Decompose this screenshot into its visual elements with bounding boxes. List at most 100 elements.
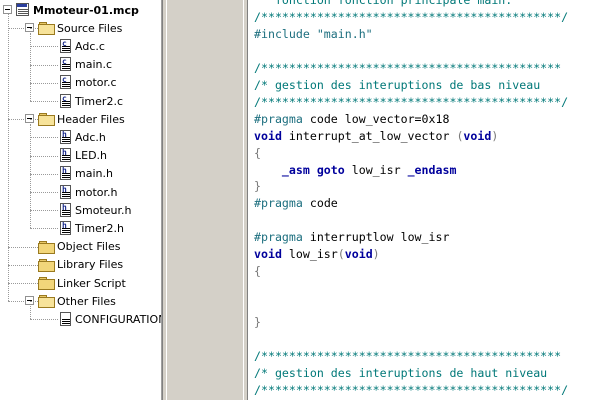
folder-library-files[interactable]: Library Files — [38, 256, 123, 274]
c-file-icon: c — [60, 75, 72, 90]
splitter-highlight — [166, 0, 167, 400]
tree-connector — [30, 101, 58, 102]
tree-connector — [30, 319, 58, 321]
code-line[interactable]: /***************************************… — [254, 348, 561, 365]
folder-icon — [38, 258, 55, 272]
tree-connector — [30, 82, 58, 84]
tree-connector — [30, 306, 31, 320]
file-name: Timer2.c — [75, 94, 123, 108]
tree-connector — [30, 228, 58, 230]
code-line[interactable]: { — [254, 145, 261, 162]
h-file-icon: h — [60, 184, 72, 200]
splitter-panel[interactable] — [162, 0, 248, 400]
code-token: #include "main.h" — [254, 26, 373, 41]
open-folder-icon — [38, 295, 55, 309]
code-token: low_isr — [281, 247, 338, 262]
code-line[interactable]: /***************************************… — [254, 94, 568, 111]
file-name: LED.h — [75, 149, 108, 163]
code-token: } — [254, 179, 261, 194]
tree-connector — [8, 264, 38, 266]
open-folder-icon — [38, 22, 55, 36]
code-line[interactable]: } — [254, 178, 261, 195]
file-item[interactable]: h LED.h — [60, 147, 107, 165]
h-file-icon: h — [60, 202, 72, 218]
code-token: low_isr — [344, 162, 408, 177]
code-token: /* gestion des interuptions de bas nivea… — [254, 77, 541, 92]
text-file-icon — [60, 311, 72, 327]
file-item[interactable]: c motor.c — [60, 74, 117, 92]
tree-connector — [30, 210, 58, 212]
code-line[interactable]: void interrupt_at_low_vector (void) — [254, 128, 498, 145]
file-item[interactable]: h motor.h — [60, 183, 117, 201]
code-line[interactable]: _asm goto low_isr _endasm — [254, 162, 457, 179]
code-line[interactable]: /* gestion des interuptions de bas nivea… — [254, 77, 540, 94]
code-line[interactable]: { — [254, 263, 261, 280]
code-line[interactable]: #include "main.h" — [254, 26, 373, 43]
code-token: _endasm — [407, 162, 457, 177]
folder-object-files[interactable]: Object Files — [38, 238, 120, 256]
file-item[interactable]: h main.h — [60, 165, 113, 183]
code-token: /***************************************… — [254, 382, 569, 397]
folder-other-files[interactable]: Other Files — [38, 292, 116, 310]
open-folder-icon — [38, 113, 55, 127]
file-item[interactable]: c Adc.c — [60, 37, 105, 55]
code-token: void — [254, 128, 282, 143]
code-token: /***************************************… — [254, 9, 569, 24]
code-line[interactable]: #pragma interruptlow low_isr — [254, 229, 449, 246]
file-item[interactable]: c main.c — [60, 56, 112, 74]
code-token: /* gestion des interuptions de haut nive… — [254, 365, 548, 380]
folder-label: Header Files — [57, 112, 125, 126]
tree-connector — [30, 28, 38, 30]
code-token: _asm goto — [281, 162, 345, 177]
tree-connector — [8, 246, 38, 248]
folder-label: Source Files — [57, 21, 123, 35]
code-line[interactable]: void low_isr(void) — [254, 246, 380, 263]
file-name: Adc.h — [75, 130, 106, 144]
code-token: ( — [337, 247, 345, 262]
h-file-icon: h — [60, 148, 72, 163]
project-root[interactable]: Mmoteur-01.mcp — [16, 1, 139, 19]
code-token: void — [463, 128, 492, 143]
c-file-icon: c — [60, 38, 72, 54]
file-item[interactable]: h Adc.h — [60, 128, 106, 146]
tree-connector — [30, 137, 58, 139]
code-line[interactable]: /***************************************… — [254, 60, 561, 77]
folder-linker-script[interactable]: Linker Script — [38, 274, 126, 292]
code-line[interactable]: /***************************************… — [254, 9, 568, 26]
file-name: Adc.c — [75, 39, 105, 53]
file-name: main.h — [75, 167, 113, 181]
code-token: code — [302, 196, 338, 211]
tree-connector — [30, 124, 31, 229]
code-line[interactable]: fonction fonction principale main. — [254, 0, 512, 9]
file-name: Timer2.h — [75, 221, 124, 235]
h-file-icon: h — [60, 220, 72, 236]
file-item[interactable]: h Timer2.h — [60, 219, 124, 237]
folder-label: Linker Script — [57, 276, 126, 290]
code-editor[interactable]: fonction fonction principale main. /*****… — [248, 0, 600, 400]
file-name: main.c — [75, 58, 113, 72]
collapse-toggle-icon[interactable] — [3, 5, 12, 14]
file-item[interactable]: c Timer2.c — [60, 92, 123, 110]
file-name: motor.c — [75, 76, 117, 90]
folder-source-files[interactable]: Source Files — [38, 19, 122, 37]
code-line[interactable]: /***************************************… — [254, 382, 568, 399]
tree-connector — [8, 283, 38, 284]
code-token: { — [254, 145, 261, 160]
tree-connector — [30, 119, 38, 121]
file-item[interactable]: h Smoteur.h — [60, 201, 131, 219]
code-line[interactable]: #pragma code — [254, 195, 338, 212]
code-line[interactable]: } — [254, 314, 261, 331]
code-line[interactable]: #pragma code low_vector=0x18 — [254, 111, 449, 128]
tree-connector — [30, 301, 38, 303]
folder-label: Library Files — [57, 258, 124, 272]
folder-icon — [38, 240, 55, 254]
code-token: ) — [491, 128, 499, 143]
h-file-icon: h — [60, 129, 72, 145]
code-token: interrupt_at_low_vector — [281, 128, 457, 143]
file-name: CONFIGURATION — [75, 312, 162, 326]
code-token: code low_vector=0x18 — [302, 111, 450, 126]
folder-header-files[interactable]: Header Files — [38, 110, 125, 128]
file-item[interactable]: CONFIGURATION — [60, 310, 162, 328]
project-tree: Mmoteur-01.mcp Source Files c Adc.c c main.c c… — [0, 0, 162, 400]
code-line[interactable]: /* gestion des interuptions de haut nive… — [254, 365, 547, 382]
